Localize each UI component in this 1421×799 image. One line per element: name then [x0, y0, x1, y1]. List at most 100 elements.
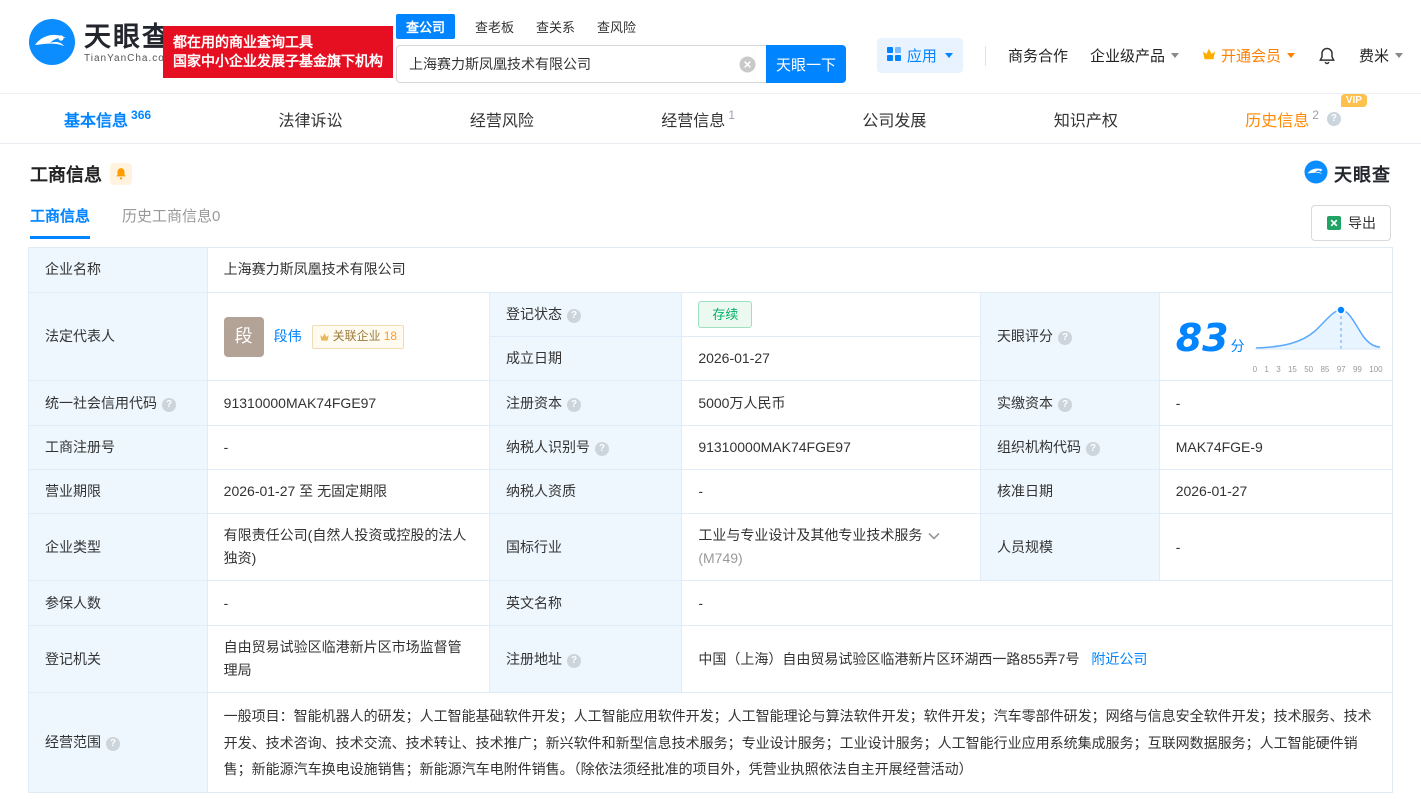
tab-basic-info[interactable]: 基本信息 366 — [64, 107, 151, 131]
field-label-company-type: 企业类型 — [28, 513, 208, 582]
help-icon[interactable]: ? — [595, 442, 610, 457]
field-label-reg-authority: 登记机关 — [28, 625, 208, 694]
field-label-text: 实缴资本 — [997, 394, 1054, 411]
tab-basic-info-count: 366 — [131, 107, 152, 122]
nav-business-cooperation[interactable]: 商务合作 — [1008, 45, 1068, 66]
field-label-text: 组织机构代码 — [997, 439, 1082, 456]
field-label-paid-capital: 实缴资本? — [980, 380, 1160, 427]
tab-company-development[interactable]: 公司发展 — [862, 107, 926, 131]
help-icon[interactable]: ? — [567, 653, 582, 668]
field-label-taxpayer-id: 纳税人识别号? — [489, 425, 683, 471]
field-label-score: 天眼评分? — [980, 291, 1160, 382]
table-row: 经营范围? 一般项目：智能机器人的研发；人工智能基础软件开发；人工智能应用软件开… — [28, 692, 1394, 794]
crown-icon — [319, 332, 330, 342]
field-label-reg-capital: 注册资本? — [489, 380, 683, 427]
help-icon[interactable]: ? — [106, 737, 120, 752]
field-value-reg-number: - — [206, 425, 491, 471]
top-navigation: 应用 商务合作 企业级产品 开通会员 费米 — [876, 38, 1403, 73]
field-value-org-code: MAK74FGE-9 — [1158, 425, 1394, 471]
tab-intellectual-property[interactable]: 知识产权 — [1054, 107, 1118, 131]
help-icon[interactable]: ? — [1058, 397, 1073, 412]
search-button[interactable]: 天眼一下 — [766, 45, 846, 83]
industry-code: (M749) — [698, 550, 743, 567]
subtab-business-info[interactable]: 工商信息 — [30, 205, 91, 239]
nearby-companies-link[interactable]: 附近公司 — [1091, 651, 1147, 667]
field-value-taxpayer-id: 91310000MAK74FGE97 — [681, 425, 982, 471]
help-icon[interactable]: ? — [162, 397, 176, 412]
field-label-business-scope: 经营范围? — [28, 692, 208, 794]
table-row: 统一社会信用代码? 91310000MAK74FGE97 注册资本? 5000万… — [28, 380, 1394, 427]
nav-enterprise-label: 企业级产品 — [1089, 48, 1165, 65]
promo-line1: 都在用的商业查询工具 — [173, 34, 313, 50]
field-label-industry: 国标行业 — [489, 513, 683, 582]
apps-menu-button[interactable]: 应用 — [876, 38, 963, 73]
status-badge: 存续 — [698, 301, 753, 329]
chevron-down-icon — [1286, 53, 1295, 58]
tab-operation-info-count: 1 — [728, 107, 735, 122]
tab-legal-proceedings[interactable]: 法律诉讼 — [278, 107, 342, 131]
subscribe-bell-icon[interactable] — [110, 162, 132, 185]
tab-history-info[interactable]: VIP 历史信息 2 ? — [1245, 93, 1367, 131]
tab-legal-proceedings-label: 法律诉讼 — [278, 112, 343, 130]
search-tab-company[interactable]: 查公司 — [396, 14, 456, 39]
help-icon[interactable]: ? — [567, 397, 582, 412]
help-icon[interactable]: ? — [1326, 111, 1341, 126]
tianyancha-logo-icon — [28, 18, 76, 69]
nav-open-vip[interactable]: 开通会员 — [1201, 45, 1295, 66]
field-label-reg-address: 注册地址? — [489, 625, 683, 694]
field-value-reg-authority: 自由贸易试验区临港新片区市场监督管理局 — [206, 625, 491, 694]
apps-grid-icon — [886, 46, 901, 65]
legal-rep-name-link[interactable]: 段伟 — [274, 325, 302, 348]
search-tab-boss[interactable]: 查老板 — [473, 15, 516, 38]
field-label-text: 注册地址 — [506, 650, 563, 667]
field-value-business-scope: 一般项目：智能机器人的研发；人工智能基础软件开发；人工智能应用软件开发；人工智能… — [206, 692, 1394, 794]
search-tab-risk[interactable]: 查风险 — [595, 15, 638, 38]
tab-company-development-label: 公司发展 — [862, 112, 927, 130]
field-label-text: 统一社会信用代码 — [45, 394, 157, 411]
notification-bell-icon[interactable] — [1317, 46, 1337, 66]
help-icon[interactable]: ? — [1058, 331, 1073, 346]
tab-history-info-label: 历史信息 — [1245, 112, 1310, 130]
search-tabs: 查公司 查老板 查关系 查风险 — [396, 14, 846, 39]
promo-banner: 都在用的商业查询工具 国家中小企业发展子基金旗下机构 — [163, 26, 393, 78]
field-label-insured-count: 参保人数 — [28, 580, 208, 627]
field-value-paid-capital: - — [1158, 380, 1394, 427]
tab-history-info-count: 2 — [1312, 107, 1319, 122]
subtab-row: 工商信息 历史工商信息0 导出 — [30, 205, 1391, 241]
tianyancha-logo[interactable]: 天眼查 TianYanCha.com — [28, 18, 174, 69]
table-row: 登记机关 自由贸易试验区临港新片区市场监督管理局 注册地址? 中国（上海）自由贸… — [28, 625, 1393, 694]
business-info-table: 企业名称 上海赛力斯凤凰技术有限公司 法定代表人 段 段伟 关联企业 18 登记… — [28, 247, 1394, 794]
nav-open-vip-label: 开通会员 — [1220, 48, 1281, 65]
help-icon[interactable]: ? — [1086, 442, 1101, 457]
user-name: 费米 — [1358, 48, 1389, 65]
user-menu[interactable]: 费米 — [1359, 45, 1403, 66]
field-value-company-type: 有限责任公司(自然人投资或控股的法人独资) — [206, 513, 491, 582]
chevron-down-icon[interactable] — [928, 532, 940, 540]
search-input[interactable] — [396, 45, 766, 83]
related-companies-badge[interactable]: 关联企业 18 — [311, 324, 405, 349]
tianyancha-watermark-text: 天眼查 — [1334, 164, 1391, 185]
tab-operation-info[interactable]: 经营信息 1 — [661, 107, 735, 131]
field-label-org-code: 组织机构代码? — [980, 425, 1160, 471]
field-label-credit-code: 统一社会信用代码? — [28, 380, 208, 427]
clear-search-icon[interactable] — [739, 56, 756, 73]
field-value-reg-capital: 5000万人民币 — [681, 380, 982, 427]
table-row: 参保人数 - 英文名称 - — [28, 580, 1393, 627]
top-header: 天眼查 TianYanCha.com 都在用的商业查询工具 国家中小企业发展子基… — [0, 0, 1421, 93]
field-value-business-term: 2026-01-27 至 无固定期限 — [206, 469, 491, 515]
vip-badge: VIP — [1340, 93, 1367, 107]
reg-address-text: 中国（上海）自由贸易试验区临港新片区环湖西一路855弄7号 — [698, 650, 1080, 667]
crown-icon — [1201, 47, 1217, 65]
help-icon[interactable]: ? — [567, 309, 582, 324]
table-row: 企业名称 上海赛力斯凤凰技术有限公司 — [28, 247, 1394, 293]
related-companies-label: 关联企业 — [332, 328, 381, 343]
field-value-reg-status: 存续 — [681, 291, 982, 338]
nav-enterprise-products[interactable]: 企业级产品 — [1090, 45, 1179, 66]
field-value-score[interactable]: 83 分 0 1 3 15 50 85 97 99 100 — [1158, 291, 1394, 382]
search-tab-relation[interactable]: 查关系 — [534, 15, 577, 38]
tab-operation-risk[interactable]: 经营风险 — [470, 107, 534, 131]
tianyancha-watermark: 天眼查 — [1304, 160, 1391, 187]
subtab-history-business-info[interactable]: 历史工商信息0 — [122, 205, 220, 239]
legal-rep-avatar[interactable]: 段 — [223, 316, 264, 357]
export-button[interactable]: 导出 — [1311, 205, 1391, 241]
